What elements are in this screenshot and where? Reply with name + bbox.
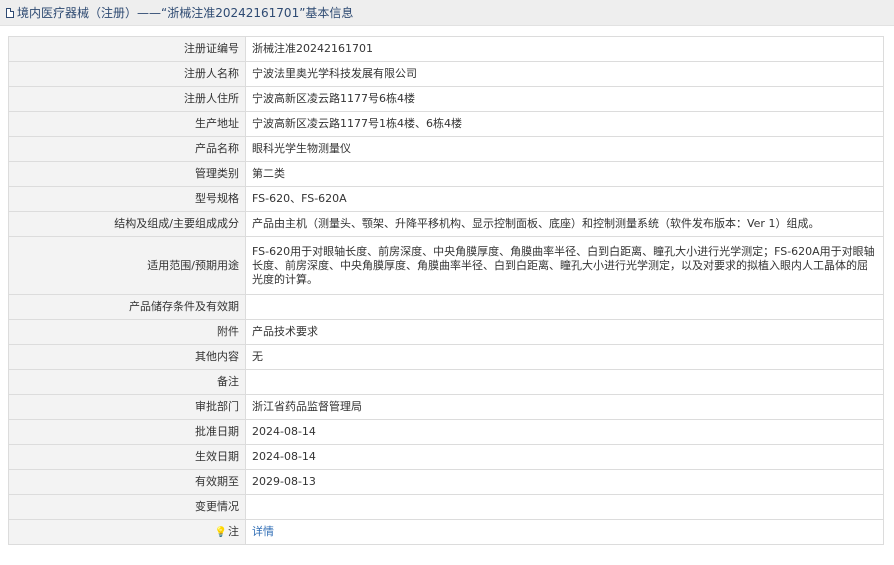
table-row: 产品名称 眼科光学生物测量仪	[8, 136, 884, 162]
table-row: 结构及组成/主要组成成分 产品由主机（测量头、颚架、升降平移机构、显示控制面板、…	[8, 211, 884, 237]
table-row: 其他内容 无	[8, 344, 884, 370]
row-value	[245, 369, 884, 395]
row-label: 生产地址	[8, 111, 246, 137]
table-row: 生产地址 宁波高新区凌云路1177号1栋4楼、6栋4楼	[8, 111, 884, 137]
document-icon	[6, 7, 14, 18]
table-row: 注册证编号 浙械注准20242161701	[8, 36, 884, 62]
note-row: 💡注 详情	[8, 519, 884, 545]
row-value: 2029-08-13	[245, 469, 884, 495]
row-label: 生效日期	[8, 444, 246, 470]
row-value: 眼科光学生物测量仪	[245, 136, 884, 162]
table-row: 审批部门 浙江省药品监督管理局	[8, 394, 884, 420]
page-title: 境内医疗器械（注册）——“浙械注准20242161701”基本信息	[17, 6, 354, 20]
note-label: 注	[228, 524, 239, 538]
row-label: 管理类别	[8, 161, 246, 187]
table-row: 变更情况	[8, 494, 884, 520]
row-value: 2024-08-14	[245, 444, 884, 470]
registration-info-table: 注册证编号 浙械注准20242161701 注册人名称 宁波法里奥光学科技发展有…	[8, 36, 884, 545]
table-row: 备注	[8, 369, 884, 395]
note-value-cell: 详情	[245, 519, 884, 545]
row-label: 有效期至	[8, 469, 246, 495]
table-row: 注册人名称 宁波法里奥光学科技发展有限公司	[8, 61, 884, 87]
row-value: 第二类	[245, 161, 884, 187]
row-value: 宁波法里奥光学科技发展有限公司	[245, 61, 884, 87]
row-label: 备注	[8, 369, 246, 395]
row-value: FS-620用于对眼轴长度、前房深度、中央角膜厚度、角膜曲率半径、白到白距离、瞳…	[245, 236, 884, 295]
table-row: 管理类别 第二类	[8, 161, 884, 187]
note-label-cell: 💡注	[8, 519, 246, 545]
row-label: 型号规格	[8, 186, 246, 212]
row-label: 注册人住所	[8, 86, 246, 112]
table-row: 附件 产品技术要求	[8, 319, 884, 345]
row-value: 浙江省药品监督管理局	[245, 394, 884, 420]
row-value: 无	[245, 344, 884, 370]
table-row: 适用范围/预期用途 FS-620用于对眼轴长度、前房深度、中央角膜厚度、角膜曲率…	[8, 236, 884, 295]
details-link[interactable]: 详情	[252, 525, 274, 538]
table-row: 批准日期 2024-08-14	[8, 419, 884, 445]
table-row: 有效期至 2029-08-13	[8, 469, 884, 495]
row-value	[245, 294, 884, 320]
page-title-bar: 境内医疗器械（注册）——“浙械注准20242161701”基本信息	[0, 0, 894, 26]
row-value: 宁波高新区凌云路1177号1栋4楼、6栋4楼	[245, 111, 884, 137]
row-label: 结构及组成/主要组成成分	[8, 211, 246, 237]
row-value	[245, 494, 884, 520]
row-label: 注册证编号	[8, 36, 246, 62]
row-label: 注册人名称	[8, 61, 246, 87]
row-label: 附件	[8, 319, 246, 345]
row-label: 适用范围/预期用途	[8, 236, 246, 295]
row-value: 浙械注准20242161701	[245, 36, 884, 62]
row-label: 产品名称	[8, 136, 246, 162]
lightbulb-icon: 💡	[214, 526, 227, 538]
row-value: 产品由主机（测量头、颚架、升降平移机构、显示控制面板、底座）和控制测量系统（软件…	[245, 211, 884, 237]
row-label: 其他内容	[8, 344, 246, 370]
row-label: 批准日期	[8, 419, 246, 445]
row-value: 产品技术要求	[245, 319, 884, 345]
row-value: FS-620、FS-620A	[245, 186, 884, 212]
row-label: 产品储存条件及有效期	[8, 294, 246, 320]
table-row: 产品储存条件及有效期	[8, 294, 884, 320]
row-value: 2024-08-14	[245, 419, 884, 445]
row-label: 变更情况	[8, 494, 246, 520]
row-value: 宁波高新区凌云路1177号6栋4楼	[245, 86, 884, 112]
table-row: 型号规格 FS-620、FS-620A	[8, 186, 884, 212]
table-row: 注册人住所 宁波高新区凌云路1177号6栋4楼	[8, 86, 884, 112]
table-row: 生效日期 2024-08-14	[8, 444, 884, 470]
row-label: 审批部门	[8, 394, 246, 420]
